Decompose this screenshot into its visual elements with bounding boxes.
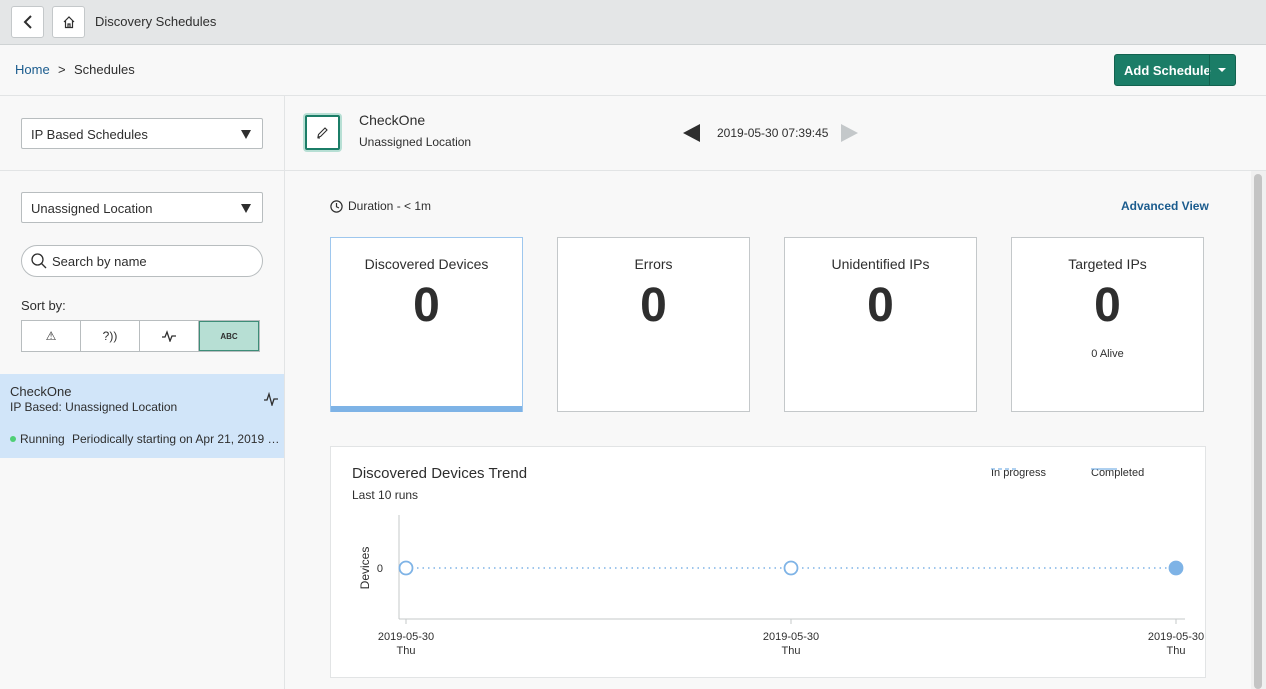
search-icon — [31, 253, 47, 269]
sort-by-errors-button[interactable]: ⚠ — [22, 321, 81, 351]
add-schedule-label: Add Schedule — [1124, 63, 1211, 78]
clock-icon — [330, 199, 343, 213]
x-tick-day-label: Thu — [1167, 645, 1186, 657]
data-point — [1168, 560, 1184, 576]
sort-button-group: ⚠ ?)) ABC — [21, 320, 260, 352]
x-tick-date-label: 2019-05-30 — [1148, 631, 1204, 643]
running-status-dot — [10, 436, 16, 442]
duration-text: Duration - < 1m — [348, 199, 432, 213]
schedule-type-select[interactable]: IP Based Schedules — [21, 118, 263, 149]
schedule-title: CheckOne — [359, 112, 426, 128]
home-button[interactable] — [52, 6, 85, 38]
add-schedule-dropdown-icon[interactable] — [1218, 68, 1226, 72]
edit-button[interactable] — [305, 115, 340, 150]
schedule-period: Periodically starting on Apr 21, 2019 @.… — [72, 432, 280, 446]
schedule-list-item[interactable]: CheckOne IP Based: Unassigned Location R… — [0, 374, 284, 458]
pencil-icon — [317, 127, 328, 139]
search-input[interactable] — [52, 252, 252, 270]
x-tick-day-label: Thu — [397, 645, 416, 657]
y-axis-label: Devices — [358, 547, 372, 590]
back-button[interactable] — [11, 6, 44, 38]
schedule-location: Unassigned Location — [359, 135, 472, 149]
card-title: Errors — [634, 256, 673, 272]
location-value: Unassigned Location — [31, 201, 153, 216]
add-schedule-divider — [1209, 55, 1210, 85]
data-point — [783, 560, 799, 576]
schedule-type-value: IP Based Schedules — [31, 127, 148, 142]
advanced-view-link[interactable]: Advanced View — [1121, 199, 1209, 213]
breadcrumb-bar: Home > Schedules Add Schedule — [0, 45, 1266, 96]
schedule-status: Running — [20, 432, 65, 446]
triangle-down-icon — [241, 204, 251, 213]
card-selected-bar — [331, 406, 522, 412]
card-title: Discovered Devices — [364, 256, 489, 272]
search-box[interactable] — [21, 245, 263, 277]
card-title: Unidentified IPs — [831, 256, 930, 272]
sort-by-name-button[interactable]: ABC — [199, 321, 259, 351]
breadcrumb-home-link[interactable]: Home — [15, 62, 50, 77]
home-icon — [63, 16, 74, 29]
card-value: 0 — [1094, 279, 1121, 332]
breadcrumb-separator: > — [58, 62, 66, 77]
schedule-name: CheckOne — [10, 384, 72, 399]
top-bar: Discovery Schedules — [0, 0, 1266, 45]
sidebar: IP Based Schedules Unassigned Location S… — [0, 96, 285, 689]
trend-chart: Devices 0 2019-05-30 Thu 2019-05-30 Thu 2019-0… — [358, 515, 1204, 657]
warning-icon: ⚠ — [45, 329, 57, 343]
card-discovered-devices[interactable]: Discovered Devices 0 — [330, 237, 523, 412]
add-schedule-button[interactable]: Add Schedule — [1114, 54, 1236, 86]
sort-by-unidentified-button[interactable]: ?)) — [81, 321, 140, 351]
trend-chart-panel: Discovered Devices Trend Last 10 runs In… — [330, 446, 1206, 678]
main-content: Duration - < 1m Advanced View Discovered… — [285, 171, 1266, 689]
pulse-icon — [264, 392, 278, 406]
y-tick-label: 0 — [377, 563, 383, 575]
scrollbar-thumb[interactable] — [1254, 174, 1262, 689]
sidebar-divider — [0, 170, 284, 171]
card-targeted-ips[interactable]: Targeted IPs 0 0 Alive — [1011, 237, 1204, 412]
abc-icon: ABC — [220, 331, 238, 341]
card-value: 0 — [867, 279, 894, 332]
schedule-subtitle: IP Based: Unassigned Location — [10, 400, 178, 414]
card-errors[interactable]: Errors 0 — [557, 237, 750, 412]
data-point — [398, 560, 414, 576]
x-tick-date-label: 2019-05-30 — [378, 631, 434, 643]
next-run-arrow-icon[interactable] — [841, 124, 858, 142]
sort-by-label: Sort by: — [21, 298, 66, 313]
run-timestamp: 2019-05-30 07:39:45 — [717, 126, 829, 140]
chevron-left-icon — [23, 15, 32, 29]
sort-by-activity-button[interactable] — [140, 321, 199, 351]
x-tick-date-label: 2019-05-30 — [763, 631, 819, 643]
card-value: 0 — [413, 279, 440, 332]
page-title: Discovery Schedules — [95, 14, 217, 29]
previous-run-arrow-icon[interactable] — [683, 124, 700, 142]
duration-row: Duration - < 1m — [330, 199, 431, 213]
x-tick-day-label: Thu — [782, 645, 801, 657]
breadcrumb-current: Schedules — [74, 62, 135, 77]
triangle-down-icon — [241, 130, 251, 139]
card-value: 0 — [640, 279, 667, 332]
pulse-icon — [162, 330, 176, 342]
card-unidentified-ips[interactable]: Unidentified IPs 0 — [784, 237, 977, 412]
schedule-header: CheckOne Unassigned Location 2019-05-30 … — [285, 96, 1266, 171]
location-select[interactable]: Unassigned Location — [21, 192, 263, 223]
alive-count: 0 Alive — [1091, 348, 1124, 360]
card-title: Targeted IPs — [1068, 256, 1147, 272]
unknown-signal-icon: ?)) — [102, 329, 118, 343]
